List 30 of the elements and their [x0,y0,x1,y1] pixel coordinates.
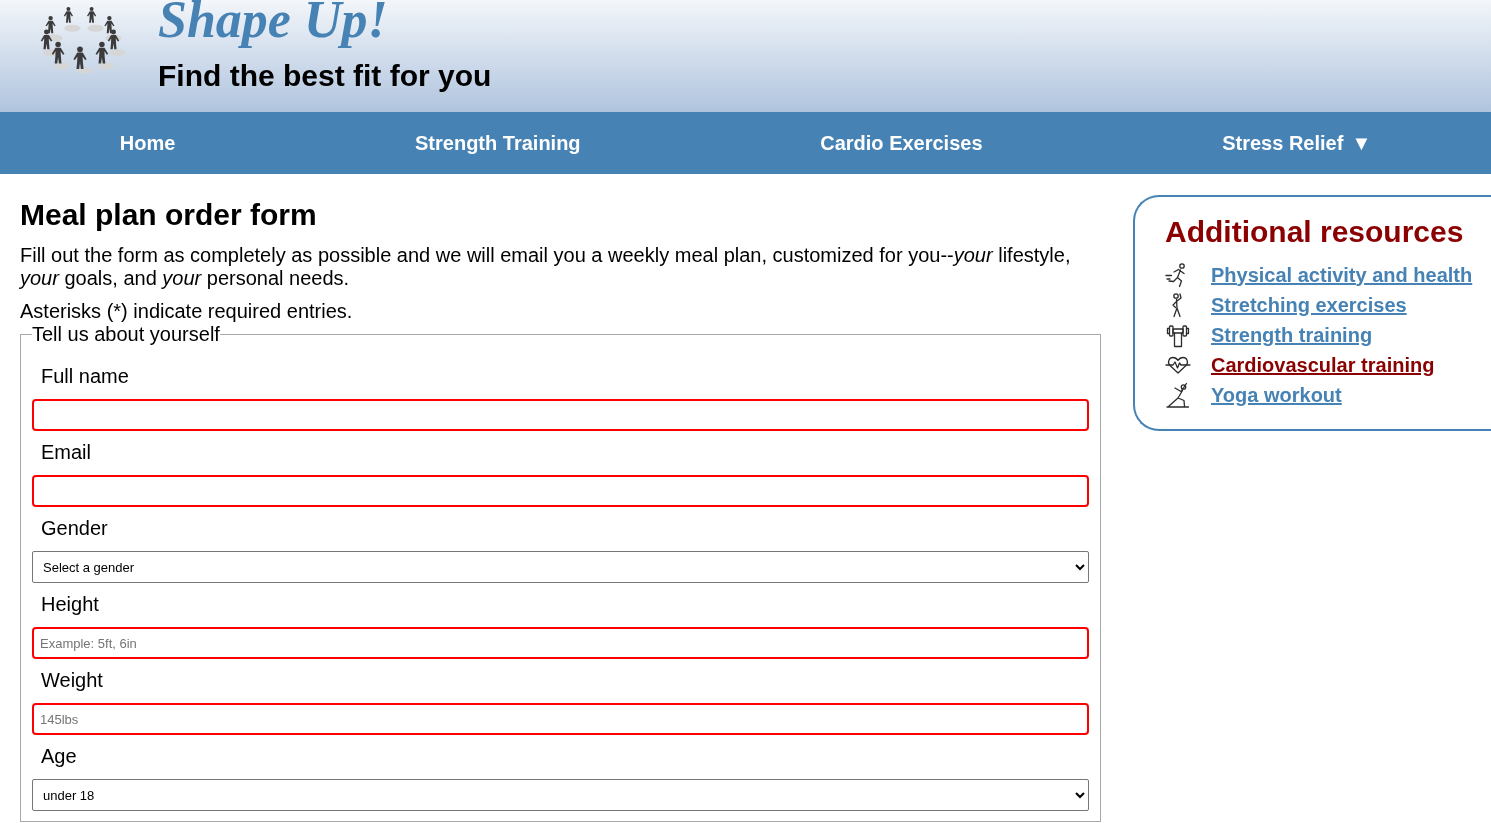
input-field[interactable]: Example: 5ft, 6in [32,627,1089,659]
nav-link[interactable]: Strength Training [415,131,581,155]
resource-link[interactable]: Stretching exercises [1211,293,1407,317]
input-field[interactable] [32,399,1089,431]
resources-heading: Additional resources [1165,215,1464,249]
resource-link[interactable]: Physical activity and health [1211,263,1473,287]
lunge-figure-icon [1165,382,1191,408]
input-field[interactable]: 145lbs [32,703,1089,735]
field-label: Gender [40,516,108,541]
nav-dropdown-toggle[interactable]: Stress Relief ▼ [1222,131,1372,155]
field-label: Email [40,440,91,465]
nav-link[interactable]: Home [119,131,176,155]
dropdown-field[interactable]: under 18 [32,779,1089,811]
field-label: Full name [40,364,129,389]
intro-text: Fill out the form as completely as possible and we will email you a weekly meal plan, customized for you--your lifestyle, your goals, and your personal needs. [20,244,1072,290]
resource-link[interactable]: Cardiovascular training [1211,353,1435,377]
field-label: Weight [40,668,103,693]
nav-link[interactable]: Cardio Exercises [820,131,983,155]
site-tagline: Find the best fit for you [158,59,492,93]
dumbbell-in-hand-icon [1165,322,1191,348]
fieldset-legend: Tell us about yourself [32,323,220,346]
resource-link[interactable]: Strength training [1211,323,1373,347]
form-heading: Meal plan order form [20,197,317,233]
field-label: Age [40,744,77,769]
site-title: Shape Up! [158,0,388,46]
input-field[interactable] [32,475,1089,507]
resource-link[interactable]: Yoga workout [1211,383,1342,407]
dropdown-field[interactable]: Select a gender [32,551,1089,583]
required-note: Asterisks (*) indicate required entries. [20,300,353,323]
field-label: Height [40,592,99,617]
